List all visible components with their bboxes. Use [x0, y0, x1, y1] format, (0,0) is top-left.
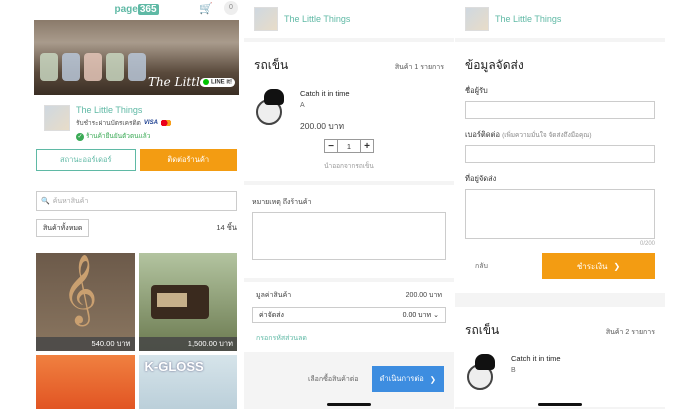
pay-button[interactable]: ชำระเงิน ❯	[542, 253, 655, 279]
search-input[interactable]: 🔍 ค้นหาสินค้า	[36, 191, 237, 211]
chevron-right-icon: ❯	[613, 261, 621, 271]
verified-badge: ✓ ร้านค้ายืนยันตัวตนแล้ว	[76, 133, 151, 141]
cart-summary: สินค้า 2 รายการ	[605, 329, 655, 336]
product-card[interactable]: 1,500.00 บาท	[138, 253, 237, 351]
cart-icon[interactable]: 🛒	[199, 2, 213, 15]
note-label: หมายเหตุ ถึงร้านค้า	[252, 199, 312, 206]
shipping-select[interactable]: ค่าจัดส่ง 0.00 บาท ⌄	[252, 307, 446, 323]
quantity-stepper: − 1 +	[244, 139, 454, 153]
item-price: 200.00 บาท	[300, 121, 345, 131]
contact-shop-button[interactable]: ติดต่อร้านค้า	[139, 149, 237, 171]
payment-info: รับชำระผ่านบัตรเครดิต VISA	[76, 118, 171, 128]
product-thumbnail	[254, 89, 292, 127]
cart-title: รถเข็น	[465, 323, 500, 337]
home-indicator	[538, 403, 582, 406]
shop-name[interactable]: The Little Things	[284, 14, 350, 24]
banner-text: The Little	[147, 75, 207, 89]
product-thumbnail	[465, 354, 503, 392]
shop-name[interactable]: The Little Things	[495, 14, 561, 24]
shop-avatar	[44, 105, 70, 131]
subtotal-label: มูลค่าสินค้า	[256, 292, 292, 299]
address-field[interactable]	[465, 189, 655, 239]
char-count: 0/200	[639, 241, 655, 247]
cart-screen: The Little Things รถเข็น สินค้า 1 รายการ…	[244, 0, 454, 409]
remove-from-cart-link[interactable]: นำออกจากรถเข็น	[244, 161, 454, 171]
mastercard-icon	[160, 120, 171, 126]
radio-image	[150, 285, 209, 319]
product-price: 540.00 บาท	[36, 337, 135, 351]
proceed-button[interactable]: ดำเนินการต่อ ❯	[371, 366, 444, 392]
category-select[interactable]: สินค้าทั้งหมด	[36, 219, 90, 237]
shop-avatar	[254, 7, 278, 31]
order-status-button[interactable]: สถานะออร์เดอร์	[36, 149, 136, 171]
treble-clef-image: 𝄞	[62, 255, 98, 322]
coupon-link[interactable]: กรอกรหัสส่วนลด	[244, 329, 454, 348]
recipient-name-label: ชื่อผู้รับ	[465, 86, 488, 95]
shop-avatar	[465, 7, 489, 31]
home-indicator	[327, 403, 371, 406]
shop-header: page 365 🛒 0	[30, 0, 243, 18]
item-variant: B	[511, 367, 516, 374]
chevron-down-icon: ⌄	[433, 311, 439, 319]
cart-count-badge: 0	[224, 1, 238, 15]
product-image-text: K-GLOSS	[144, 359, 204, 374]
item-variant: A	[300, 102, 305, 109]
line-icon	[203, 79, 209, 86]
shipping-info-title: ข้อมูลจัดส่ง	[465, 58, 524, 72]
search-icon: 🔍	[41, 198, 50, 205]
visa-icon: VISA	[143, 120, 158, 126]
shop-header: The Little Things	[455, 0, 665, 38]
shipping-screen: The Little Things ข้อมูลจัดส่ง ชื่อผู้รั…	[455, 0, 665, 409]
cart-summary: สินค้า 1 รายการ	[394, 64, 444, 71]
product-card[interactable]: 𝄞 540.00 บาท	[36, 253, 135, 351]
subtotal-value: 200.00 บาท	[405, 292, 442, 299]
shop-name[interactable]: The Little Things	[76, 105, 171, 115]
chevron-right-icon: ❯	[429, 374, 436, 384]
shop-header: The Little Things	[244, 0, 454, 38]
cart-title: รถเข็น	[254, 58, 289, 72]
address-label: ที่อยู่จัดส่ง	[465, 174, 497, 183]
product-card[interactable]: K-GLOSS	[138, 355, 237, 409]
shop-screen: page 365 🛒 0 The Little LINE it! The Litt…	[30, 0, 243, 409]
shop-banner: The Little LINE it!	[34, 20, 239, 95]
note-textarea[interactable]	[252, 212, 446, 260]
item-name: Catch it in time	[300, 89, 350, 98]
item-count: 14 ชิ้น	[216, 223, 237, 232]
recipient-name-field[interactable]	[465, 101, 655, 119]
quantity-value[interactable]: 1	[338, 139, 360, 153]
check-icon: ✓	[76, 133, 84, 141]
back-link[interactable]: กลับ	[475, 261, 488, 272]
line-it-button[interactable]: LINE it!	[200, 78, 235, 87]
page365-logo[interactable]: page 365	[114, 3, 159, 15]
product-grid: 𝄞 540.00 บาท 1,500.00 บาท K-GLOSS	[30, 245, 243, 409]
continue-shopping-link[interactable]: เลือกซื้อสินค้าต่อ	[308, 374, 359, 385]
product-price: 1,500.00 บาท	[138, 337, 237, 351]
phone-label: เบอร์ติดต่อ (เพิ่มความมั่นใจ จัดส่งถึงมื…	[465, 130, 592, 139]
item-name: Catch it in time	[511, 354, 561, 363]
increase-button[interactable]: +	[360, 139, 374, 153]
shop-info: The Little Things รับชำระผ่านบัตรเครดิต V…	[30, 97, 243, 145]
cart-item: Catch it in time A 200.00 บาท	[244, 85, 454, 137]
phone-field[interactable]	[465, 145, 655, 163]
product-card[interactable]	[36, 355, 135, 409]
cart-item: Catch it in time B	[455, 350, 665, 396]
decrease-button[interactable]: −	[324, 139, 338, 153]
